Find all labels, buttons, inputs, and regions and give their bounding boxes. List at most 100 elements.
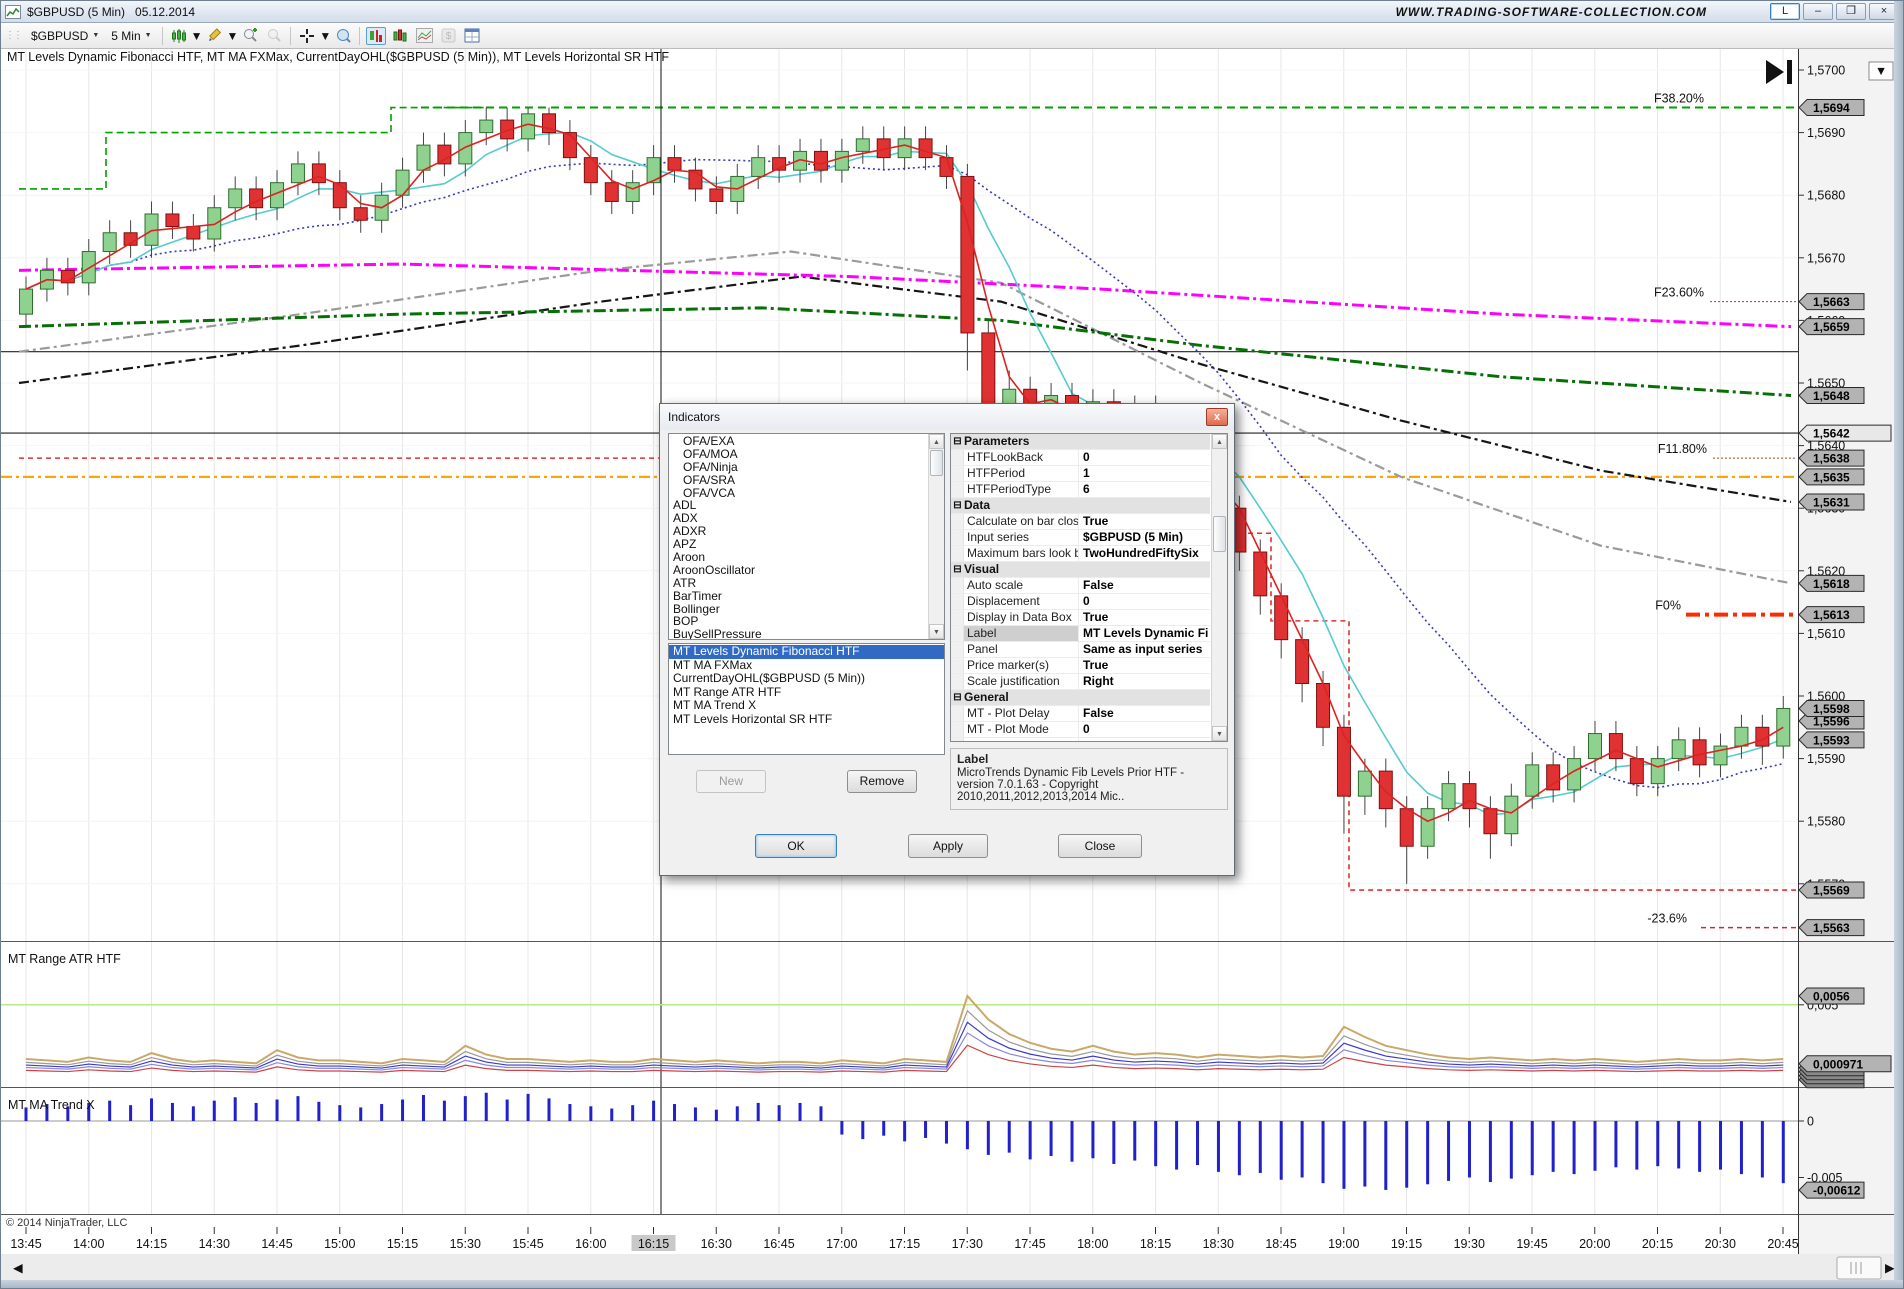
available-list-scrollbar[interactable]: ▲ ▼ [928,434,944,639]
chart-style-icon[interactable] [169,27,189,45]
zoom-out-icon[interactable] [264,27,284,45]
property-row[interactable] [951,738,1210,742]
instrument-dropdown[interactable]: $GBPUSD▼ [26,27,104,45]
apply-button[interactable]: Apply [908,834,988,858]
svg-text:1,5563: 1,5563 [1813,921,1850,935]
link-button[interactable]: L [1770,3,1800,20]
list-item[interactable]: MT Range ATR HTF [669,686,944,700]
svg-text:1,5590: 1,5590 [1807,752,1845,766]
property-row[interactable]: LabelMT Levels Dynamic Fi [951,626,1210,642]
dialog-close-button-bottom[interactable]: Close [1058,834,1142,858]
property-row[interactable]: Price marker(s)True [951,658,1210,674]
scrollbar-thumb[interactable] [1213,516,1226,552]
data-grid-icon[interactable] [462,27,482,45]
list-item[interactable]: CurrentDayOHL($GBPUSD (5 Min)) [669,672,944,686]
collapse-icon[interactable]: ⊟ [951,562,964,577]
chevron-down-icon[interactable]: ▼ [319,29,331,43]
new-button[interactable]: New [696,770,766,793]
hscrollbar-thumb[interactable] [1837,1257,1881,1279]
list-item[interactable]: MT Levels Horizontal SR HTF [669,713,944,727]
scroll-down-icon[interactable]: ▼ [1212,726,1227,741]
time-axis-label: 17:00 [826,1237,857,1251]
property-row[interactable]: Display in Data BoxTrue [951,610,1210,626]
crosshair-icon[interactable] [297,27,317,45]
minimize-button[interactable]: – [1803,3,1833,20]
list-item[interactable]: Bollinger [669,603,927,616]
scroll-up-icon[interactable]: ▲ [929,434,944,449]
time-axis-label: 20:00 [1579,1237,1610,1251]
property-row[interactable]: Auto scaleFalse [951,578,1210,594]
list-item[interactable]: Aroon [669,551,927,564]
svg-text:1,5593: 1,5593 [1813,733,1850,747]
zoom-in-icon[interactable] [240,27,260,45]
list-item[interactable]: ADXR [669,525,927,538]
svg-text:1,5638: 1,5638 [1813,452,1850,466]
list-item[interactable]: ATR [669,577,927,590]
market-analyzer-icon[interactable] [390,27,410,45]
applied-indicators-list[interactable]: MT Levels Dynamic Fibonacci HTFMT MA FXM… [668,643,945,755]
list-item[interactable]: OFA/Ninja [669,461,927,474]
properties-scrollbar[interactable]: ▲ ▼ [1211,434,1227,741]
property-description-title: Label [957,752,1221,766]
collapse-icon[interactable]: ⊟ [951,434,964,449]
list-item[interactable]: OFA/EXA [669,435,927,448]
list-item[interactable]: APZ [669,538,927,551]
property-row[interactable]: PanelSame as input series [951,642,1210,658]
property-group-row[interactable]: ⊟General [951,690,1210,706]
list-item[interactable]: AroonOscillator [669,564,927,577]
scroll-down-icon[interactable]: ▼ [929,624,944,639]
list-item[interactable]: BarTimer [669,590,927,603]
property-row[interactable]: HTFPeriod1 [951,466,1210,482]
dialog-close-button[interactable]: x [1206,408,1228,426]
svg-text:1,5580: 1,5580 [1807,815,1845,829]
property-row[interactable]: Calculate on bar closeTrue [951,514,1210,530]
toolbar-grip[interactable]: ⋮⋮ [5,30,21,41]
dialog-titlebar[interactable]: Indicators [660,404,1234,430]
list-item[interactable]: ADX [669,512,927,525]
property-row[interactable]: MT - Plot Mode0 [951,722,1210,738]
dollar-icon[interactable]: $ [438,27,458,45]
property-group-row[interactable]: ⊟Visual [951,562,1210,578]
property-row[interactable]: HTFPeriodType6 [951,482,1210,498]
scroll-left-icon[interactable]: ◀ [13,1261,23,1275]
titlebar: $GBPUSD (5 Min) 05.12.2014 WWW.TRADING-S… [1,1,1903,23]
time-axis-label: 18:00 [1077,1237,1108,1251]
time-axis-label: 17:30 [952,1237,983,1251]
scrollbar-thumb[interactable] [930,450,943,476]
remove-button[interactable]: Remove [847,770,917,793]
list-item[interactable]: OFA/VCA [669,487,927,500]
chart-trader-icon[interactable] [366,27,386,45]
draw-pencil-icon[interactable] [204,27,224,45]
list-item[interactable]: BuySellPressure [669,628,927,640]
svg-text:1,5659: 1,5659 [1813,320,1850,334]
chevron-down-icon[interactable]: ▼ [226,29,238,43]
time-axis-label: 18:30 [1203,1237,1234,1251]
collapse-icon[interactable]: ⊟ [951,498,964,513]
property-row[interactable]: Scale justificationRight [951,674,1210,690]
property-row[interactable]: MT - Plot DelayFalse [951,706,1210,722]
fib-level-label: F38.20% [1654,92,1704,106]
list-item[interactable]: MT Levels Dynamic Fibonacci HTF [669,645,944,659]
collapse-icon[interactable]: ⊟ [951,690,964,705]
available-indicators-list[interactable]: OFA/EXAOFA/MOAOFA/NinjaOFA/SRAOFA/VCAADL… [668,433,945,640]
list-item[interactable]: OFA/SRA [669,474,927,487]
chevron-down-icon[interactable]: ▼ [191,29,203,43]
maximize-button[interactable]: ❐ [1836,3,1866,20]
property-group-row[interactable]: ⊟Parameters [951,434,1210,450]
data-box-icon[interactable] [333,27,353,45]
property-row[interactable]: Maximum bars look baTwoHundredFiftySix [951,546,1210,562]
list-item[interactable]: OFA/MOA [669,448,927,461]
window-border-bottom [1,1280,1903,1288]
property-row[interactable]: Input series$GBPUSD (5 Min) [951,530,1210,546]
ok-button[interactable]: OK [755,834,837,858]
property-row[interactable]: HTFLookBack0 [951,450,1210,466]
list-item[interactable]: MT MA Trend X [669,699,944,713]
property-row[interactable]: Displacement0 [951,594,1210,610]
line-chart-icon[interactable] [414,27,434,45]
list-item[interactable]: MT MA FXMax [669,659,944,673]
property-group-row[interactable]: ⊟Data [951,498,1210,514]
scroll-up-icon[interactable]: ▲ [1212,434,1227,449]
list-item[interactable]: ADL [669,499,927,512]
interval-dropdown[interactable]: 5 Min▼ [106,27,156,45]
indicator-properties-grid[interactable]: ⊟ParametersHTFLookBack0HTFPeriod1HTFPeri… [950,433,1228,742]
